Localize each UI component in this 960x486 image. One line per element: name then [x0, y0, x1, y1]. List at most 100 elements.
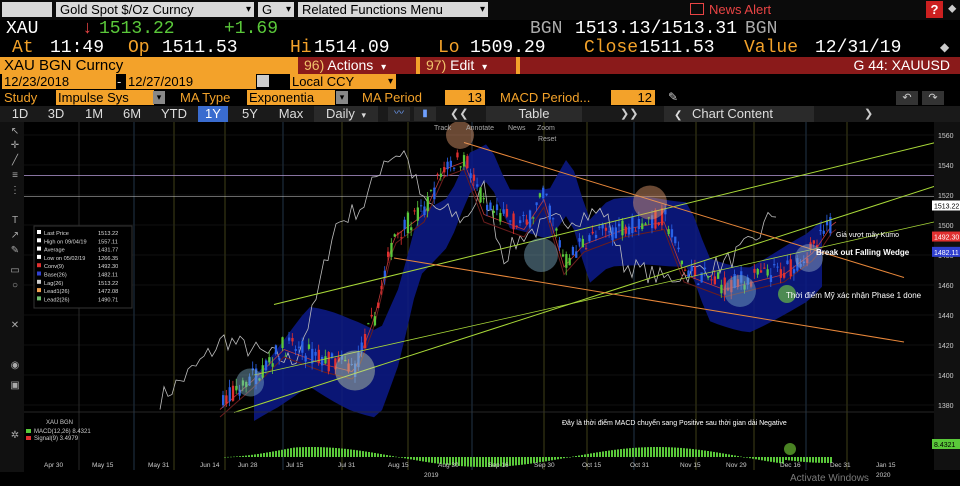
candle-body [429, 189, 433, 191]
tab-1y[interactable]: 1Y [198, 106, 228, 122]
ma-period-input[interactable]: 13 [445, 90, 485, 105]
ma-type-select[interactable]: Exponentia [247, 90, 335, 105]
candle-body [588, 235, 591, 242]
macd-bar [359, 450, 361, 457]
bid-ask: 1513.13/1513.31 [575, 19, 738, 39]
macd-bar [560, 457, 562, 459]
fib-tool-icon[interactable]: ⋮ [9, 185, 21, 197]
ticker-box[interactable] [2, 2, 52, 17]
lock-icon[interactable]: ▣ [9, 380, 21, 392]
legend-swatch [37, 296, 41, 301]
value-date: 12/31/19 [815, 38, 902, 58]
macd-bar [572, 456, 574, 458]
arrow-tool-icon[interactable]: ↗ [9, 230, 21, 242]
study-select[interactable]: Impulse Sys [56, 90, 154, 105]
tab-3d[interactable]: 3D [42, 106, 70, 122]
candle-body [703, 267, 707, 270]
tab-1d[interactable]: 1D [6, 106, 34, 122]
news-alert-button[interactable]: News Alert [690, 2, 800, 18]
candle-body [406, 212, 410, 234]
undo-icon[interactable]: ↶ [896, 91, 918, 105]
macd-bar [242, 455, 244, 457]
main-chart[interactable]: 1560154015201500148014601440142014001380… [24, 122, 960, 486]
chevron-down-icon[interactable]: ▾ [153, 91, 165, 104]
candle-body [363, 333, 367, 349]
end-date-field[interactable]: 12/27/2019 [126, 74, 256, 89]
time-tick: Dec 16 [780, 462, 801, 469]
redo-icon[interactable]: ↷ [922, 91, 944, 105]
calendar-icon[interactable] [257, 75, 269, 87]
tab-ytd[interactable]: YTD [158, 106, 190, 122]
macd-bar [629, 448, 631, 457]
tab-6m[interactable]: 6M [118, 106, 146, 122]
shape-tool-icon[interactable]: ▭ [9, 265, 21, 277]
chevron-right-icon[interactable]: ❯ [864, 107, 873, 120]
macd-bar [674, 447, 676, 457]
at-label: At [12, 38, 34, 58]
eye-icon[interactable]: ◉ [9, 360, 21, 372]
candle-body [792, 269, 796, 274]
zoom-button[interactable]: Zoom [537, 125, 555, 132]
candle-body [779, 269, 782, 278]
reset-button[interactable]: Reset [538, 136, 556, 143]
tab-max[interactable]: Max [274, 106, 308, 122]
track-button[interactable]: Track [434, 125, 452, 132]
candle-body [641, 223, 644, 229]
macd-bar [434, 457, 436, 464]
macd-bar [341, 448, 343, 457]
chevron-left-icon[interactable]: ❮❮ [450, 107, 468, 120]
g-select[interactable]: G ▾ [258, 2, 294, 17]
macd-bar [293, 447, 295, 457]
actions-menu[interactable]: 96) Actions ▾ [298, 57, 416, 74]
candle-body [476, 184, 479, 187]
macd-bar [524, 457, 526, 465]
pencil-icon[interactable]: ✎ [9, 245, 21, 257]
annotate-button[interactable]: Annotate [466, 125, 494, 132]
line-tool-icon[interactable]: ╱ [9, 155, 21, 167]
cursor-icon[interactable]: ↖ [9, 126, 21, 138]
legend-label: Low on 05/02/19 [44, 256, 85, 262]
chevron-down-icon[interactable]: ▾ [336, 91, 348, 104]
edit-menu[interactable]: 97) Edit ▾ [420, 57, 516, 74]
security-select[interactable]: Gold Spot $/Oz Curncy ▾ [56, 2, 254, 17]
bar-chart-icon[interactable]: ▮ [414, 107, 436, 121]
candle-body [479, 187, 482, 203]
pin-icon[interactable]: ⬥ [948, 1, 956, 16]
pencil-icon[interactable]: ✎ [668, 90, 678, 104]
time-tick: Aug 30 [438, 462, 459, 469]
macd-bar [512, 457, 514, 466]
currency-select[interactable]: Local CCY ▾ [290, 74, 396, 89]
macd-bar [530, 457, 532, 464]
settings-icon[interactable]: ◆ [940, 40, 949, 54]
chevron-right-icon[interactable]: ❯❯ [620, 107, 638, 120]
help-icon[interactable]: ? [926, 1, 943, 18]
candle-body [822, 230, 825, 234]
period-select[interactable]: Daily ▾ [314, 106, 378, 122]
line-chart-icon[interactable]: 〰 [388, 107, 410, 121]
candle-body [420, 205, 423, 207]
macd-bar [371, 452, 373, 457]
macd-bar [425, 457, 427, 462]
tab-1m[interactable]: 1M [80, 106, 108, 122]
circle-tool-icon[interactable]: ○ [9, 280, 21, 292]
candle-body [598, 226, 601, 228]
tab-5y[interactable]: 5Y [236, 106, 264, 122]
trash-icon[interactable]: ✕ [9, 320, 21, 332]
crosshair-icon[interactable]: ✛ [9, 140, 21, 152]
news-button[interactable]: News [508, 125, 526, 132]
text-tool-icon[interactable]: T [9, 215, 21, 227]
open-value: 1511.53 [162, 38, 238, 58]
macd-bar [704, 450, 706, 457]
start-date-field[interactable]: 12/23/2018 [2, 74, 116, 89]
channel-tool-icon[interactable]: ≡ [9, 170, 21, 182]
related-functions-menu[interactable]: Related Functions Menu ▾ [298, 2, 488, 17]
macd-bar [740, 456, 742, 458]
gear-icon[interactable]: ✲ [9, 430, 21, 442]
table-button[interactable]: Table [486, 106, 582, 122]
time-tick: Jun 14 [200, 462, 220, 469]
candle-body [278, 357, 281, 360]
candle-body [436, 174, 439, 176]
macd-period-input[interactable]: 12 [611, 90, 655, 105]
candle-body [657, 222, 660, 225]
chart-content-button[interactable]: ❮ Chart Content [664, 106, 814, 122]
